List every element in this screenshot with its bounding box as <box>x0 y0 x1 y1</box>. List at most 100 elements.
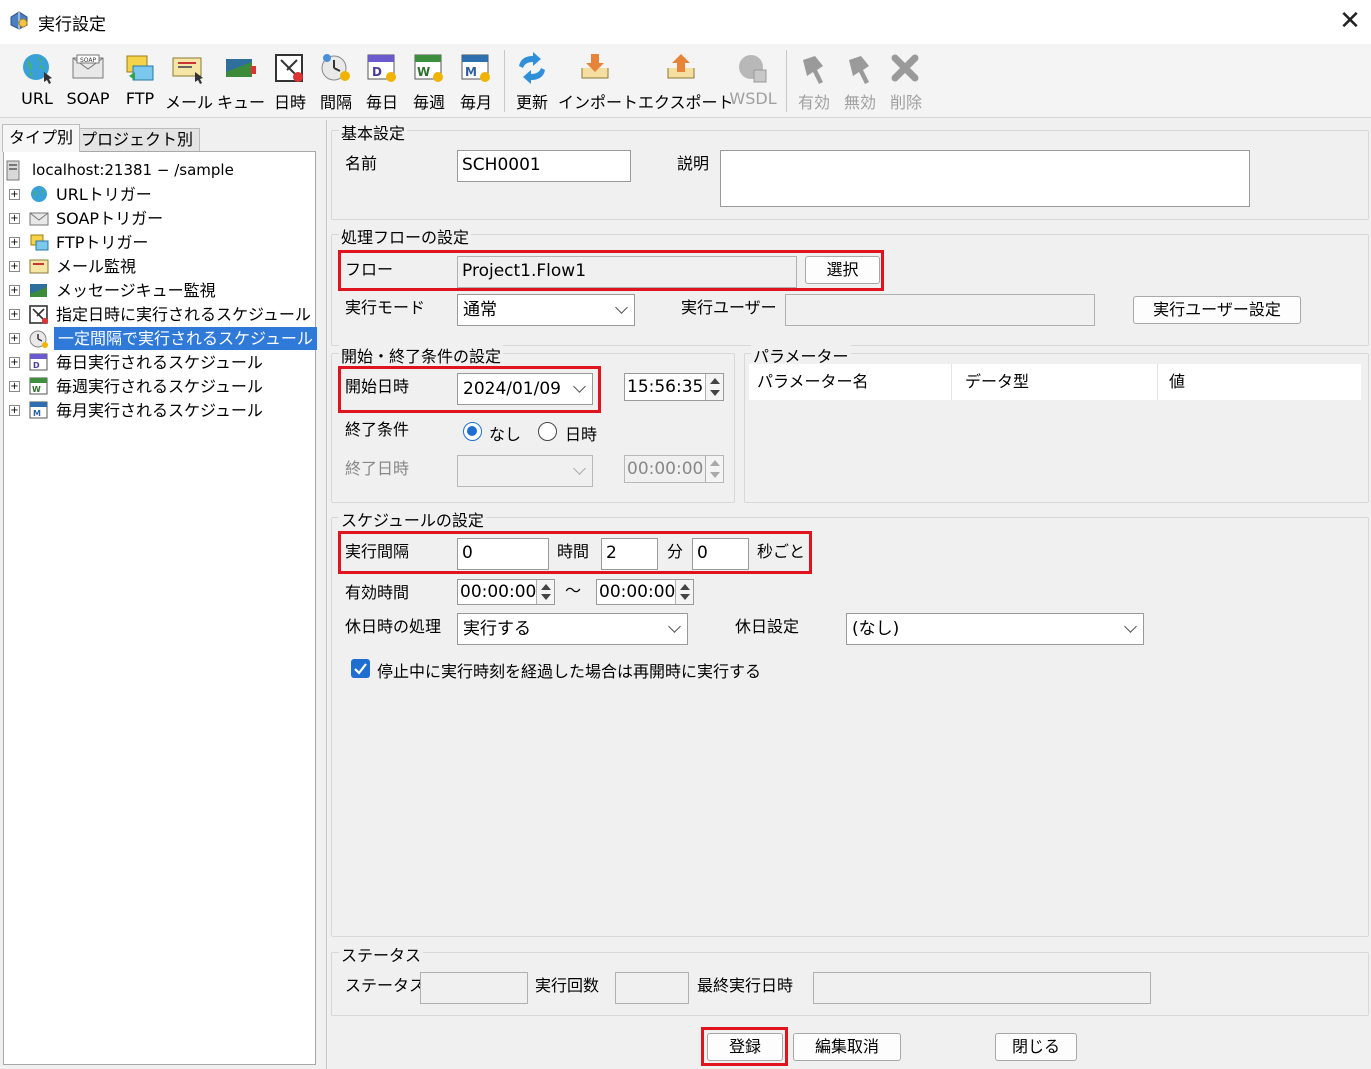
toolbar-url-button[interactable]: URL <box>16 48 58 116</box>
close-window-button[interactable]: ✕ <box>1332 4 1368 40</box>
param-col-name[interactable]: パラメーター名 <box>749 364 952 400</box>
toolbar-delete-button[interactable]: 削除 <box>886 48 926 116</box>
svg-text:W: W <box>417 65 430 79</box>
toolbar-mail-button[interactable]: メール <box>165 48 213 116</box>
expand-icon[interactable]: + <box>9 309 20 320</box>
param-col-type[interactable]: データ型 <box>953 364 1158 400</box>
spinner-arrows-icon[interactable] <box>536 580 554 604</box>
spinner-arrows-icon[interactable] <box>705 456 723 482</box>
holiday-process-select[interactable]: 実行する <box>457 613 688 645</box>
toolbar-enable-label: 有効 <box>797 93 830 112</box>
tree-item-label: 一定間隔で実行されるスケジュール <box>54 327 317 350</box>
parameters-table-header: パラメーター名 データ型 値 <box>749 364 1361 400</box>
toolbar-weekly-button[interactable]: W 毎週 <box>408 48 450 116</box>
tree-root-label: localhost:21381 − /sample <box>32 161 234 179</box>
flow-settings-title: 処理フローの設定 <box>339 224 472 248</box>
toolbar-refresh-button[interactable]: 更新 <box>512 48 552 116</box>
toolbar-weekly-label: 毎週 <box>412 93 445 112</box>
end-none-radio[interactable] <box>463 422 482 441</box>
toolbar-delete-label: 削除 <box>889 93 922 112</box>
toolbar-import-button[interactable]: インポート <box>558 48 638 116</box>
toolbar-wsdl-button[interactable]: WSDL <box>728 48 778 116</box>
start-time-spinner[interactable]: 15:56:35 <box>624 373 724 401</box>
end-datetime-radio[interactable] <box>538 422 557 441</box>
exec-mode-select[interactable]: 通常 <box>457 294 635 326</box>
svg-text:W: W <box>32 385 41 394</box>
expand-icon[interactable]: + <box>9 189 20 200</box>
highlight-box <box>338 366 601 413</box>
basic-settings-title: 基本設定 <box>339 120 408 144</box>
toolbar-soap-button[interactable]: SOAP SOAP <box>64 48 112 116</box>
status-label: ステータス <box>345 976 426 995</box>
holiday-process-label: 休日時の処理 <box>345 617 442 636</box>
expand-icon[interactable]: + <box>9 333 20 344</box>
expand-icon[interactable]: + <box>9 357 20 368</box>
globe-url-icon <box>23 54 52 84</box>
expand-icon[interactable]: + <box>9 237 20 248</box>
highlight-box <box>701 1027 788 1066</box>
holiday-setting-label: 休日設定 <box>735 617 800 636</box>
expand-icon[interactable]: + <box>9 381 20 392</box>
valid-to-value: 00:00:00 <box>599 582 676 602</box>
tree-item-label: 毎週実行されるスケジュール <box>56 377 263 396</box>
spinner-arrows-icon[interactable] <box>675 580 693 604</box>
end-datetime-label: 終了日時 <box>345 459 410 478</box>
exec-user-settings-button[interactable]: 実行ユーザー設定 <box>1133 296 1301 324</box>
tab-by-project[interactable]: プロジェクト別 <box>74 128 201 152</box>
last-run-label: 最終実行日時 <box>697 976 794 995</box>
app-icon <box>10 11 28 30</box>
description-input[interactable] <box>720 150 1250 207</box>
right-panel: 基本設定 名前 SCH0001 説明 処理フローの設定 フロー Project1… <box>326 120 1371 1069</box>
end-time-value: 00:00:00 <box>627 459 704 479</box>
toolbar-datetime-label: 日時 <box>273 93 306 112</box>
toolbar-queue-label: キュー <box>217 93 266 112</box>
valid-to-spinner[interactable]: 00:00:00 <box>596 579 694 605</box>
schedule-tree[interactable]: localhost:21381 − /sample + URLトリガー + SO… <box>3 151 317 1065</box>
toolbar-ftp-button[interactable]: FTP <box>120 48 160 116</box>
toolbar-url-label: URL <box>21 89 53 108</box>
tree-item-label: FTPトリガー <box>56 233 149 252</box>
exec-mode-label: 実行モード <box>345 298 426 317</box>
spinner-arrows-icon[interactable] <box>705 374 723 400</box>
toolbar-enable-button[interactable]: 有効 <box>794 48 834 116</box>
end-date-select[interactable] <box>457 455 593 487</box>
toolbar-soap-label: SOAP <box>66 89 110 108</box>
toolbar-disable-button[interactable]: 無効 <box>840 48 880 116</box>
holiday-process-value: 実行する <box>463 619 531 639</box>
monthly-icon: M <box>29 401 48 419</box>
name-input[interactable]: SCH0001 <box>457 150 631 182</box>
queue-icon <box>226 59 256 77</box>
expand-icon[interactable]: + <box>9 213 20 224</box>
valid-from-spinner[interactable]: 00:00:00 <box>457 579 555 605</box>
close-button[interactable]: 閉じる <box>995 1033 1077 1061</box>
tab-by-type[interactable]: タイプ別 <box>2 124 81 152</box>
enable-icon <box>803 56 823 84</box>
toolbar-interval-button[interactable]: 間隔 <box>316 48 356 116</box>
toolbar-daily-label: 毎日 <box>365 93 398 112</box>
holiday-setting-select[interactable]: (なし) <box>846 613 1144 645</box>
toolbar-export-button[interactable]: エクスポート <box>638 48 734 116</box>
param-col-value[interactable]: 値 <box>1159 364 1361 400</box>
ftp-icon <box>126 55 154 81</box>
toolbar-export-label: エクスポート <box>638 93 734 112</box>
expand-icon[interactable]: + <box>9 405 20 416</box>
expand-icon[interactable]: + <box>9 285 20 296</box>
toolbar-monthly-button[interactable]: M 毎月 <box>456 48 496 116</box>
cancel-edit-button[interactable]: 編集取消 <box>793 1033 901 1061</box>
toolbar-refresh-label: 更新 <box>515 93 548 112</box>
resume-checkbox-label: 停止中に実行時刻を経過した場合は再開時に実行する <box>377 662 762 681</box>
toolbar-daily-button[interactable]: D 毎日 <box>362 48 402 116</box>
valid-from-value: 00:00:00 <box>460 582 537 602</box>
chevron-down-icon <box>668 620 681 633</box>
window-title: 実行設定 <box>38 15 106 35</box>
chevron-down-icon <box>1124 620 1137 633</box>
toolbar-datetime-button[interactable]: 日時 <box>270 48 310 116</box>
interval-icon <box>321 54 350 81</box>
server-icon <box>6 160 20 181</box>
end-time-spinner[interactable]: 00:00:00 <box>624 455 724 483</box>
end-condition-label: 終了条件 <box>345 420 410 439</box>
expand-icon[interactable]: + <box>9 261 20 272</box>
status-title: ステータス <box>339 942 424 966</box>
resume-checkbox[interactable] <box>351 659 370 678</box>
toolbar-queue-button[interactable]: キュー <box>217 48 266 116</box>
